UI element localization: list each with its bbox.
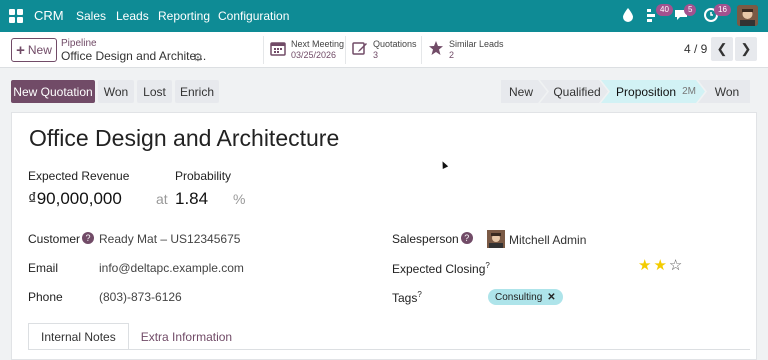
calendar-icon xyxy=(270,40,286,61)
similar-leads-label: Similar Leads xyxy=(449,39,504,49)
menu-reporting[interactable]: Reporting xyxy=(158,9,210,23)
apps-grid-icon[interactable] xyxy=(9,9,23,23)
expected-closing-label: Expected Closing? xyxy=(392,261,490,276)
menu-leads[interactable]: Leads xyxy=(116,9,149,23)
activity-badge: 40 xyxy=(656,4,673,16)
next-meeting-label: Next Meeting xyxy=(291,39,345,49)
tags-label: Tags? xyxy=(392,290,422,305)
salesperson-label-text: Salesperson xyxy=(392,232,459,246)
phone-field[interactable]: (803)-873-6126 xyxy=(99,290,182,304)
probability-label: Probability xyxy=(175,169,232,183)
email-field[interactable]: info@deltapc.example.com xyxy=(99,261,244,275)
smart-button-quotations[interactable]: Quotations 3 xyxy=(345,36,421,64)
stage-proposition[interactable]: Proposition 2M xyxy=(601,80,705,103)
pencil-square-icon xyxy=(352,40,368,61)
pager-previous-button[interactable]: ❮ xyxy=(711,37,733,61)
new-quotation-button[interactable]: New Quotation xyxy=(11,80,95,103)
top-navbar: CRM Sales Leads Reporting Configuration … xyxy=(0,0,768,32)
smart-button-next-meeting[interactable]: Next Meeting 03/25/2026 xyxy=(263,36,345,64)
smart-button-similar-leads[interactable]: Similar Leads 2 xyxy=(421,36,505,64)
tag-label: Consulting xyxy=(495,291,543,303)
tab-extra-information[interactable]: Extra Information xyxy=(129,323,244,350)
menu-configuration[interactable]: Configuration xyxy=(218,9,289,23)
email-label: Email xyxy=(28,261,59,275)
priority-stars[interactable]: ★ ★ ☆ xyxy=(638,258,684,274)
probability-field[interactable]: 1.84 xyxy=(175,189,208,209)
stage-qualified[interactable]: Qualified xyxy=(540,80,608,103)
expected-revenue-field[interactable]: ₫90,000,000 xyxy=(28,189,122,209)
activity-icon[interactable]: 40 xyxy=(646,4,673,26)
pager-next-button[interactable]: ❯ xyxy=(735,37,757,61)
star-empty-icon[interactable]: ☆ xyxy=(669,258,682,274)
new-button-label: New xyxy=(27,43,52,57)
salesperson-help-icon[interactable]: ? xyxy=(460,232,473,244)
tab-divider xyxy=(28,349,750,350)
drop-icon[interactable] xyxy=(622,6,634,26)
tags-help[interactable]: ? xyxy=(417,290,421,299)
star-filled-icon[interactable]: ★ xyxy=(638,258,651,274)
tag-consulting[interactable]: Consulting ✕ xyxy=(488,289,563,305)
stage-bar: New Qualified Proposition 2M Won xyxy=(501,80,750,103)
salesperson-avatar xyxy=(487,230,505,248)
phone-label: Phone xyxy=(28,290,63,304)
quotations-value: 3 xyxy=(373,50,379,60)
clock-badge: 16 xyxy=(714,4,731,16)
tab-internal-notes[interactable]: Internal Notes xyxy=(28,323,129,350)
stage-proposition-label: Proposition xyxy=(616,84,677,99)
customer-label-text: Customer xyxy=(28,232,81,246)
next-meeting-value: 03/25/2026 xyxy=(291,50,337,60)
notebook-tabs: Internal Notes Extra Information xyxy=(28,323,244,350)
customer-field[interactable]: Ready Mat – US12345675 xyxy=(99,232,240,246)
breadcrumb-pipeline[interactable]: Pipeline xyxy=(61,38,97,49)
stage-qualified-label: Qualified xyxy=(553,84,601,99)
expected-revenue-label: Expected Revenue xyxy=(28,169,130,183)
tags-label-text: Tags xyxy=(392,291,418,305)
stage-won[interactable]: Won xyxy=(698,80,750,103)
salesperson-label: Salesperson? xyxy=(392,232,473,246)
salesperson-field[interactable]: Mitchell Admin xyxy=(509,233,586,247)
stage-new[interactable]: New xyxy=(501,80,547,103)
customer-help-icon[interactable]: ? xyxy=(82,232,95,244)
expected-closing-label-text: Expected Closing xyxy=(392,262,486,276)
at-text: at xyxy=(156,191,168,207)
lost-button[interactable]: Lost xyxy=(137,80,172,103)
pager-counter[interactable]: 4 / 9 xyxy=(684,42,707,56)
app-name[interactable]: CRM xyxy=(34,8,64,23)
expected-closing-help[interactable]: ? xyxy=(485,261,489,270)
quotations-label: Quotations xyxy=(373,39,417,49)
breadcrumb-current: Office Design and Archite... xyxy=(61,49,207,63)
star-filled-icon[interactable]: ★ xyxy=(653,258,666,274)
control-panel: + New Pipeline Office Design and Archite.… xyxy=(0,32,768,68)
menu-sales[interactable]: Sales xyxy=(76,9,106,23)
won-button[interactable]: Won xyxy=(98,80,134,103)
customer-label: Customer? xyxy=(28,232,95,246)
close-icon[interactable]: ✕ xyxy=(547,292,555,303)
gear-icon[interactable]: ⚙ xyxy=(193,51,203,64)
user-avatar[interactable] xyxy=(737,5,758,26)
chat-icon[interactable]: 5 xyxy=(674,4,698,26)
stage-new-label: New xyxy=(508,84,533,99)
clock-icon[interactable]: 16 xyxy=(704,4,731,26)
new-button[interactable]: + New xyxy=(11,38,57,62)
stage-won-label: Won xyxy=(714,84,740,99)
stage-proposition-duration: 2M xyxy=(682,86,696,97)
page-title[interactable]: Office Design and Architecture xyxy=(29,125,339,152)
percent-sign: % xyxy=(233,191,246,207)
enrich-button[interactable]: Enrich xyxy=(175,80,219,103)
star-icon xyxy=(428,40,444,61)
similar-leads-value: 2 xyxy=(449,50,455,60)
messages-badge: 5 xyxy=(684,4,697,16)
